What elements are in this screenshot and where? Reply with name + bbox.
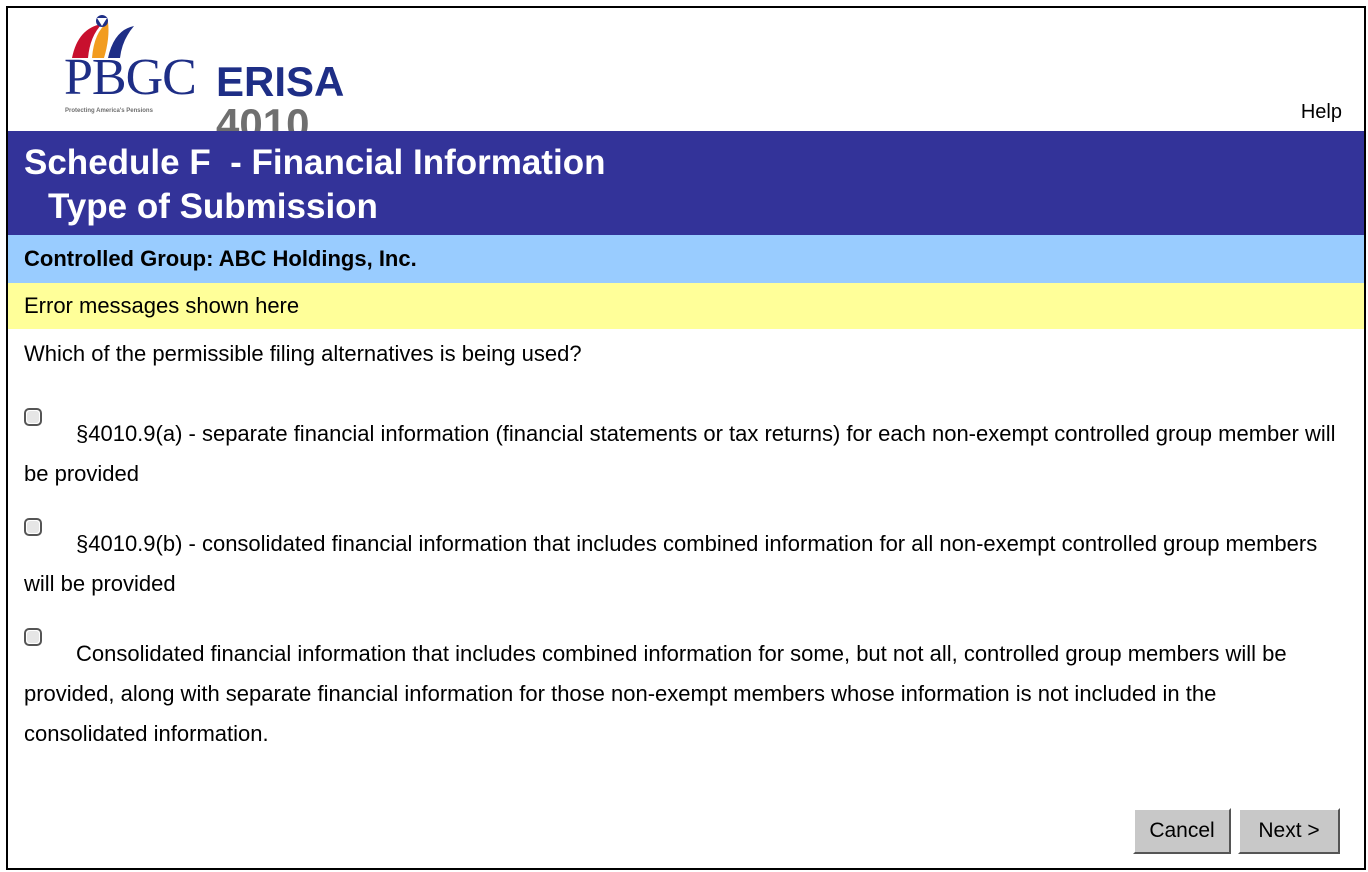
controlled-group-label: Controlled Group: ABC Holdings, Inc. (24, 246, 417, 271)
next-button[interactable]: Next > (1238, 808, 1340, 854)
filing-alternative-question: Which of the permissible filing alternat… (24, 341, 582, 366)
filing-option-separate[interactable]: §4010.9(a) - separate financial informat… (24, 408, 1344, 494)
radio-button-icon[interactable] (24, 408, 42, 426)
page-frame: PBGC ERISA 4010 Protecting America's Pen… (6, 6, 1366, 870)
page-title: Schedule F - Financial Information (24, 143, 606, 182)
filing-option-consolidated-all[interactable]: §4010.9(b) - consolidated financial info… (24, 518, 1344, 604)
page-title-bar: Schedule F - Financial Information Type … (8, 131, 1364, 235)
page-header: PBGC ERISA 4010 Protecting America's Pen… (8, 8, 1364, 145)
logo-brand-text: PBGC (64, 49, 197, 106)
cancel-button[interactable]: Cancel (1133, 808, 1231, 854)
error-message-bar: Error messages shown here (8, 283, 1364, 329)
radio-button-icon[interactable] (24, 628, 42, 646)
filing-option-consolidated-some[interactable]: Consolidated financial information that … (24, 628, 1344, 754)
logo-tagline: Protecting America's Pensions (65, 108, 153, 114)
help-link[interactable]: Help (1301, 100, 1342, 124)
filing-option-label: Consolidated financial information that … (24, 641, 1287, 746)
radio-button-icon[interactable] (24, 518, 42, 536)
error-message-text: Error messages shown here (24, 293, 300, 318)
filing-option-label: §4010.9(b) - consolidated financial info… (24, 531, 1318, 596)
controlled-group-bar: Controlled Group: ABC Holdings, Inc. (8, 235, 1364, 283)
pbgc-erisa-logo: PBGC ERISA 4010 Protecting America's Pen… (64, 14, 384, 145)
filing-option-label: §4010.9(a) - separate financial informat… (24, 421, 1336, 486)
page-subtitle: Type of Submission (48, 187, 378, 226)
logo-product-name: ERISA (216, 58, 343, 105)
